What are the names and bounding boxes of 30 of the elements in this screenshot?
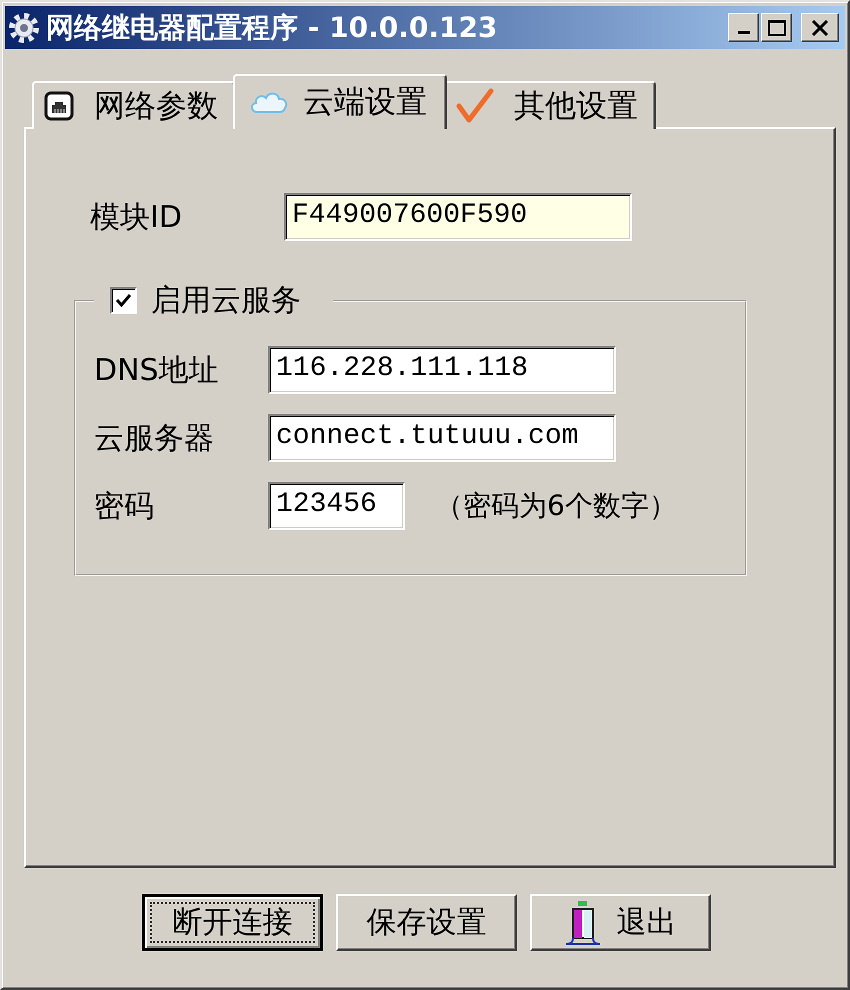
input-field[interactable]: connect.tutuuu.com <box>268 414 616 462</box>
checkmark-icon <box>456 88 494 124</box>
tab[interactable]: 云端设置 <box>233 74 447 129</box>
tick-icon <box>115 293 132 308</box>
module-id-field[interactable]: F449007600F590 <box>284 193 632 241</box>
checkbox[interactable] <box>110 287 137 314</box>
window-title: 网络继电器配置程序 - 10.0.0.123 <box>46 14 498 42</box>
input-field[interactable]: 116.228.111.118 <box>268 346 616 394</box>
network-port-icon <box>44 91 74 121</box>
input-field[interactable]: 123456 <box>268 482 405 530</box>
door-icon <box>564 900 600 946</box>
field-label: 模块ID <box>90 198 183 236</box>
maximize-icon <box>768 20 786 36</box>
cloud-icon <box>249 90 289 114</box>
dialog-button[interactable]: 断开连接 <box>142 894 323 951</box>
minimize-icon <box>738 31 750 34</box>
dialog-button[interactable]: 退出 <box>530 894 711 951</box>
field-label: DNS地址 <box>94 352 220 390</box>
dialog-button[interactable]: 保存设置 <box>336 894 517 951</box>
hint-text: （密码为6个数字） <box>435 488 677 524</box>
close-button[interactable] <box>801 13 839 42</box>
gear-icon <box>8 12 40 44</box>
field-label: 云服务器 <box>94 420 215 458</box>
field-label: 密码 <box>94 488 155 526</box>
minimize-button[interactable] <box>728 13 759 42</box>
tab[interactable]: 其他设置 <box>444 81 656 129</box>
maximize-button[interactable] <box>761 13 792 42</box>
close-icon <box>811 20 829 36</box>
checkbox-label[interactable]: 启用云服务 <box>151 280 301 321</box>
tab[interactable]: 网络参数 <box>32 81 236 129</box>
